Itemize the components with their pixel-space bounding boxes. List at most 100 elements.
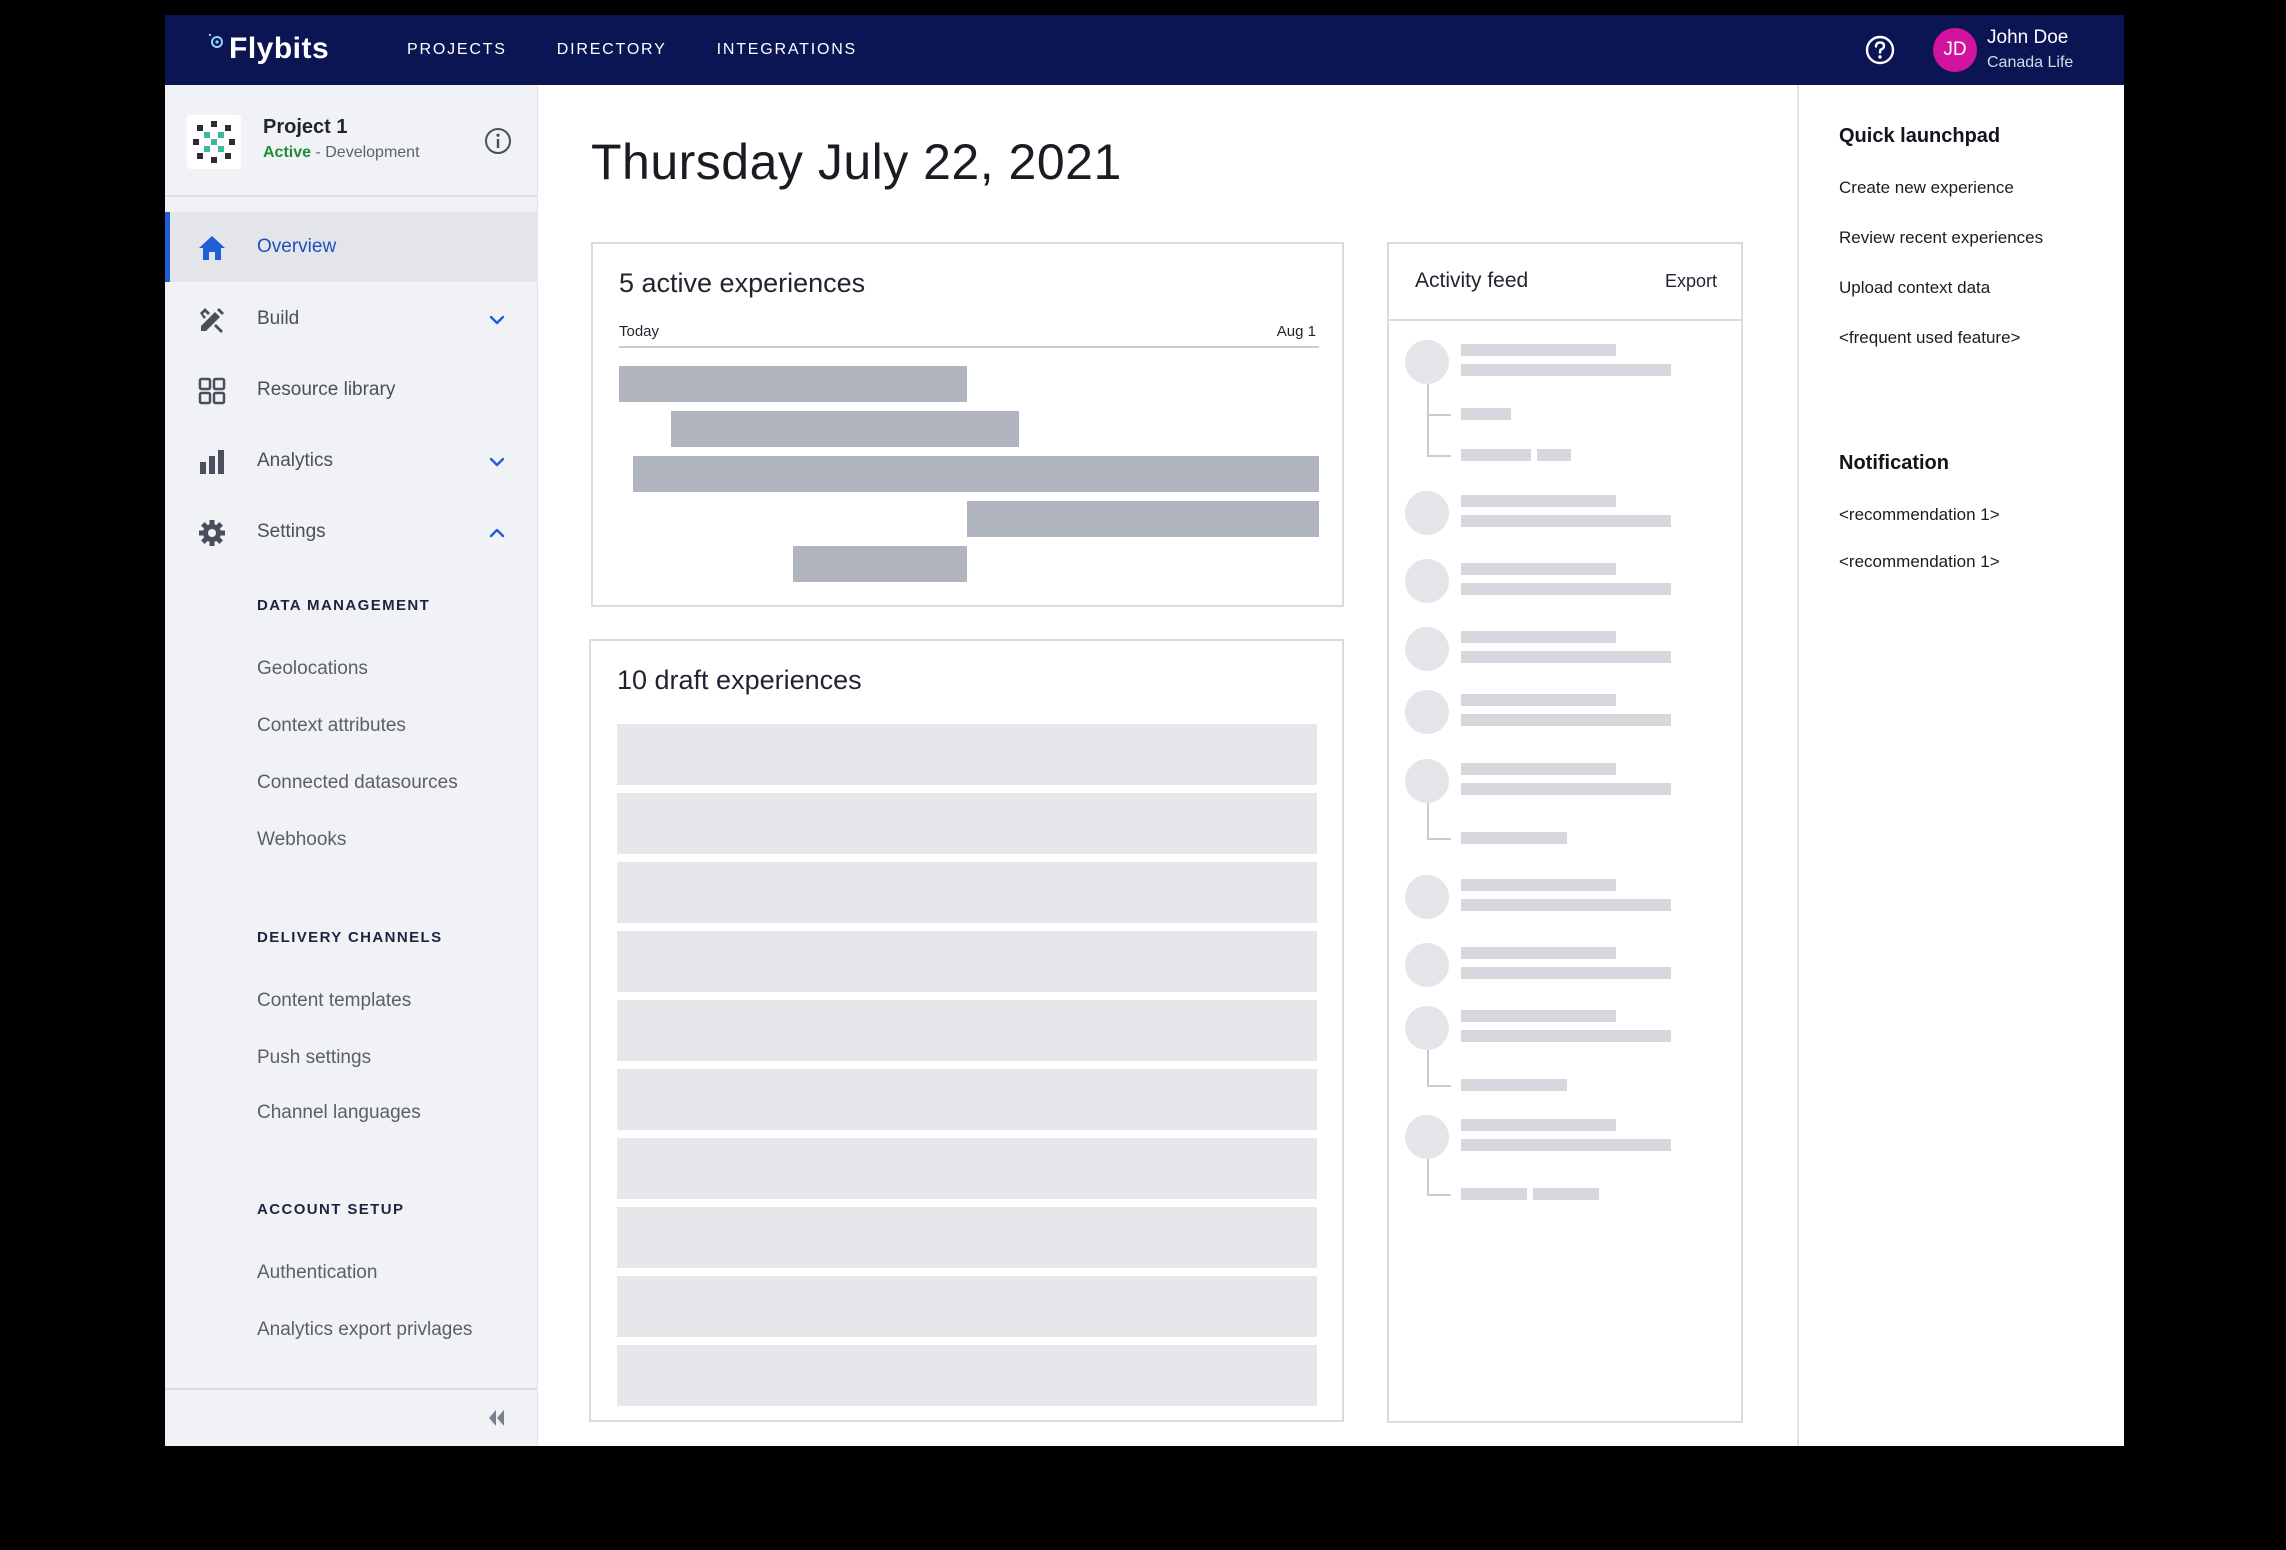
feed-avatar-placeholder (1405, 1006, 1449, 1050)
feed-text-placeholder (1461, 967, 1671, 979)
sidebar-item-label: Build (257, 308, 300, 329)
feed-text-placeholder (1461, 408, 1511, 420)
sidebar-item-geolocations[interactable]: Geolocations (257, 658, 368, 680)
feed-text-placeholder (1461, 1010, 1616, 1022)
feed-avatar-placeholder (1405, 559, 1449, 603)
notification-item[interactable]: <recommendation 1> (1839, 552, 2000, 572)
chevron-up-icon[interactable] (487, 523, 507, 543)
feed-text-placeholder (1461, 1188, 1527, 1200)
draft-row[interactable] (617, 1000, 1317, 1061)
feed-text-placeholder (1533, 1188, 1599, 1200)
sidebar-item-channel-languages[interactable]: Channel languages (257, 1102, 421, 1124)
sidebar-item-analytics-export[interactable]: Analytics export privlages (257, 1319, 472, 1341)
notification-title: Notification (1839, 452, 1949, 474)
activity-feed: Activity feed Export (1387, 242, 1743, 1423)
experience-bar[interactable] (619, 366, 967, 402)
experience-bar[interactable] (793, 546, 967, 582)
feed-text-placeholder (1461, 344, 1616, 356)
feed-avatar-placeholder (1405, 759, 1449, 803)
sidebar-item-connected-datasources[interactable]: Connected datasources (257, 772, 458, 794)
activity-feed-header: Activity feed Export (1389, 244, 1741, 321)
feed-avatar-placeholder (1405, 875, 1449, 919)
feed-text-placeholder (1461, 583, 1671, 595)
export-button[interactable]: Export (1665, 271, 1717, 292)
active-experiences-title: 5 active experiences (619, 268, 866, 298)
feed-thread-line (1427, 414, 1451, 416)
draft-row[interactable] (617, 1207, 1317, 1268)
notification-item[interactable]: <recommendation 1> (1839, 505, 2000, 525)
page-title: Thursday July 22, 2021 (591, 134, 1122, 190)
feed-text-placeholder (1461, 1030, 1671, 1042)
draft-row[interactable] (617, 1276, 1317, 1337)
feed-text-placeholder (1461, 694, 1616, 706)
user-org: Canada Life (1987, 54, 2074, 71)
nav-integrations[interactable]: INTEGRATIONS (717, 41, 857, 59)
feed-thread-line (1427, 384, 1429, 456)
chevron-down-icon[interactable] (487, 310, 507, 330)
timeline-end-label: Aug 1 (1276, 323, 1316, 340)
sidebar-item-authentication[interactable]: Authentication (257, 1262, 377, 1284)
feed-text-placeholder (1461, 563, 1616, 575)
draft-row[interactable] (617, 931, 1317, 992)
sidebar-item-label: Overview (257, 236, 337, 257)
feed-text-placeholder (1461, 714, 1671, 726)
feed-thread-line (1427, 455, 1451, 457)
feed-avatar-placeholder (1405, 1115, 1449, 1159)
timeline-start-label: Today (619, 323, 660, 340)
feed-text-placeholder (1461, 879, 1616, 891)
collapse-sidebar-icon[interactable] (485, 1406, 509, 1430)
project-name: Project 1 (263, 116, 348, 138)
sidebar-item-settings[interactable]: Settings (165, 497, 537, 567)
flybits-logo[interactable]: Flybits (207, 29, 329, 69)
sidebar-item-analytics[interactable]: Analytics (165, 426, 537, 496)
feed-text-placeholder (1461, 631, 1616, 643)
experience-bar[interactable] (671, 411, 1019, 447)
feed-thread-line (1427, 838, 1451, 840)
draft-row[interactable] (617, 1345, 1317, 1406)
section-data-management: DATA MANAGEMENT (257, 597, 431, 614)
draft-row[interactable] (617, 862, 1317, 923)
draft-experiences-card: 10 draft experiences (589, 639, 1344, 1422)
feed-text-placeholder (1461, 763, 1616, 775)
user-name[interactable]: John Doe (1987, 27, 2068, 49)
quick-link-frequent-feature[interactable]: <frequent used feature> (1839, 328, 2020, 348)
avatar[interactable]: JD (1933, 28, 1977, 72)
sidebar-item-overview[interactable]: Overview (165, 212, 537, 282)
info-icon[interactable] (483, 126, 513, 156)
draft-row[interactable] (617, 1138, 1317, 1199)
feed-text-placeholder (1461, 495, 1616, 507)
chevron-down-icon[interactable] (487, 452, 507, 472)
feed-text-placeholder (1461, 1119, 1616, 1131)
nav-directory[interactable]: DIRECTORY (557, 41, 667, 59)
feed-avatar-placeholder (1405, 491, 1449, 535)
feed-thread-line (1427, 1194, 1451, 1196)
top-bar: Flybits PROJECTS DIRECTORY INTEGRATIONS … (165, 15, 2124, 85)
section-account-setup: ACCOUNT SETUP (257, 1201, 405, 1218)
home-icon (199, 236, 225, 260)
nav-projects[interactable]: PROJECTS (407, 41, 507, 59)
draft-row[interactable] (617, 1069, 1317, 1130)
section-delivery-channels: DELIVERY CHANNELS (257, 929, 443, 946)
sidebar-item-resource-library[interactable]: Resource library (165, 355, 537, 425)
feed-thread-line (1427, 1050, 1429, 1086)
help-icon[interactable] (1864, 34, 1896, 66)
activity-feed-title: Activity feed (1415, 269, 1529, 292)
feed-avatar-placeholder (1405, 627, 1449, 671)
feed-text-placeholder (1461, 364, 1671, 376)
sidebar-item-build[interactable]: Build (165, 284, 537, 354)
quick-link-create-experience[interactable]: Create new experience (1839, 178, 2014, 198)
draft-row[interactable] (617, 793, 1317, 854)
sidebar-item-content-templates[interactable]: Content templates (257, 990, 411, 1012)
draft-row[interactable] (617, 724, 1317, 785)
experience-bar[interactable] (633, 456, 1319, 492)
feed-text-placeholder (1537, 449, 1571, 461)
sidebar-item-push-settings[interactable]: Push settings (257, 1047, 371, 1069)
experience-bar[interactable] (967, 501, 1319, 537)
draft-experiences-title: 10 draft experiences (617, 665, 862, 695)
project-logo-icon (187, 115, 241, 169)
sidebar-item-webhooks[interactable]: Webhooks (257, 829, 346, 851)
quick-link-review-experiences[interactable]: Review recent experiences (1839, 228, 2043, 248)
sidebar-item-context-attributes[interactable]: Context attributes (257, 715, 406, 737)
quick-link-upload-context[interactable]: Upload context data (1839, 278, 1990, 298)
grid-icon (198, 377, 226, 405)
